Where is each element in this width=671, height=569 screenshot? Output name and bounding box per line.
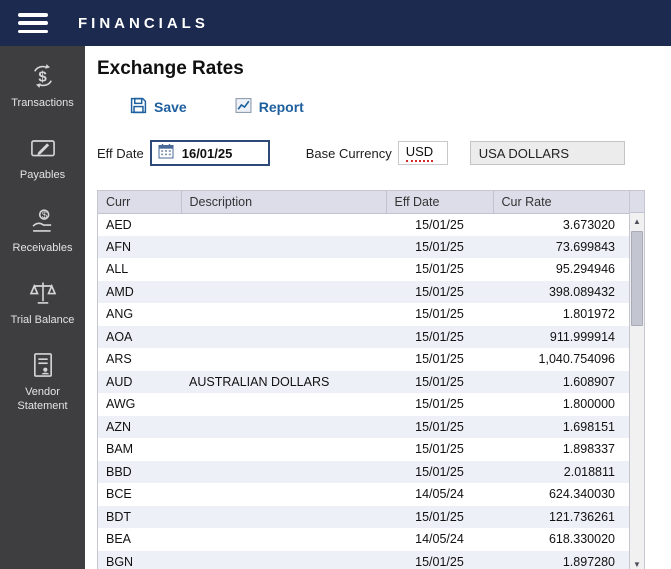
eff-date-value: 16/01/25 (181, 145, 233, 161)
app-title: FINANCIALS (78, 14, 209, 32)
sidebar-item-label: Trial Balance (10, 313, 75, 326)
sidebar-item-receivables[interactable]: $ Receivables (3, 207, 83, 255)
payables-icon (29, 134, 57, 162)
topbar: FINANCIALS (0, 0, 671, 46)
base-currency-name: USA DOLLARS (478, 145, 570, 161)
save-icon (130, 97, 147, 117)
col-header-cur-rate: Cur Rate (493, 191, 629, 214)
save-label: Save (154, 99, 187, 115)
table-row[interactable]: AOA 15/01/25 911.999914 (98, 325, 629, 348)
vertical-scrollbar: ▲ ▼ (629, 191, 644, 569)
vendor-statement-icon (29, 351, 57, 379)
scrollbar-up-button[interactable]: ▲ (630, 213, 644, 230)
sidebar-item-label: Payables (19, 169, 66, 182)
base-currency-name-field: USA DOLLARS (469, 141, 625, 165)
sidebar-item-vendor-statement[interactable]: Vendor Statement (3, 351, 83, 414)
eff-date-input[interactable]: 16/01/25 (149, 140, 270, 166)
base-currency-code: USD (405, 144, 434, 162)
sidebar-item-trial-balance[interactable]: Trial Balance (3, 279, 83, 327)
table-row[interactable]: BCE 14/05/24 624.340030 (98, 483, 629, 506)
scrollbar-track[interactable] (630, 230, 644, 556)
col-header-curr: Curr (98, 191, 182, 214)
sidebar-item-label: Receivables (12, 241, 73, 254)
scrollbar-thumb[interactable] (631, 231, 643, 326)
scrollbar-down-button[interactable]: ▼ (630, 556, 644, 569)
table-row[interactable]: AUD AUSTRALIAN DOLLARS 15/01/25 1.608907 (98, 370, 629, 393)
main-panel: Exchange Rates Save Report Eff Date 16/0… (85, 46, 671, 569)
transactions-icon: $ (29, 62, 57, 90)
rates-grid: Curr Description Eff Date Cur Rate AED 1… (97, 190, 645, 569)
calendar-icon[interactable] (158, 143, 174, 164)
table-row[interactable]: AWG 15/01/25 1.800000 (98, 393, 629, 416)
svg-text:$: $ (38, 68, 47, 85)
report-button[interactable]: Report (235, 97, 304, 117)
rates-table-body: AED 15/01/25 3.673020 AFN 15/01/25 73.69… (98, 213, 629, 569)
sidebar-item-transactions[interactable]: $ Transactions (3, 62, 83, 110)
trial-balance-icon (29, 279, 57, 307)
report-icon (235, 97, 252, 117)
table-row[interactable]: BAM 15/01/25 1.898337 (98, 438, 629, 461)
page-title: Exchange Rates (97, 58, 244, 79)
col-header-description: Description (181, 191, 387, 214)
table-row[interactable]: ALL 15/01/25 95.294946 (98, 258, 629, 281)
toolbar: Save Report (130, 96, 671, 118)
table-row[interactable]: AZN 15/01/25 1.698151 (98, 415, 629, 438)
report-label: Report (258, 99, 304, 115)
table-row[interactable]: AMD 15/01/25 398.089432 (98, 280, 629, 303)
table-row[interactable]: BEA 14/05/24 618.330020 (98, 528, 629, 551)
eff-date-label: Eff Date (97, 145, 144, 161)
menu-icon[interactable] (18, 13, 48, 33)
sidebar-item-payables[interactable]: Payables (3, 134, 83, 182)
rates-table: Curr Description Eff Date Cur Rate AED 1… (98, 191, 629, 569)
filter-row: Eff Date 16/01/25 Base Currency USD USA … (97, 140, 671, 166)
table-row[interactable]: BGN 15/01/25 1.897280 (98, 550, 629, 569)
app-window: FINANCIALS $ Transactions Payables $ Rec… (0, 0, 671, 569)
table-row[interactable]: BDT 15/01/25 121.736261 (98, 505, 629, 528)
table-row[interactable]: AED 15/01/25 3.673020 (98, 213, 629, 236)
col-header-eff-date: Eff Date (386, 191, 494, 214)
sidebar: $ Transactions Payables $ Receivables Tr… (0, 46, 85, 569)
table-row[interactable]: ANG 15/01/25 1.801972 (98, 303, 629, 326)
scrollbar-header-spacer (630, 191, 644, 213)
table-row[interactable]: BBD 15/01/25 2.018811 (98, 460, 629, 483)
sidebar-item-label: Vendor Statement (17, 386, 68, 413)
table-row[interactable]: ARS 15/01/25 1,040.754096 (98, 348, 629, 371)
base-currency-input[interactable]: USD (397, 141, 448, 165)
sidebar-item-label: Transactions (11, 97, 74, 109)
save-button[interactable]: Save (130, 97, 187, 117)
table-header-row: Curr Description Eff Date Cur Rate (98, 191, 629, 214)
svg-text:$: $ (41, 210, 47, 220)
base-currency-label: Base Currency (305, 145, 392, 161)
table-row[interactable]: AFN 15/01/25 73.699843 (98, 235, 629, 258)
receivables-icon: $ (29, 207, 57, 235)
